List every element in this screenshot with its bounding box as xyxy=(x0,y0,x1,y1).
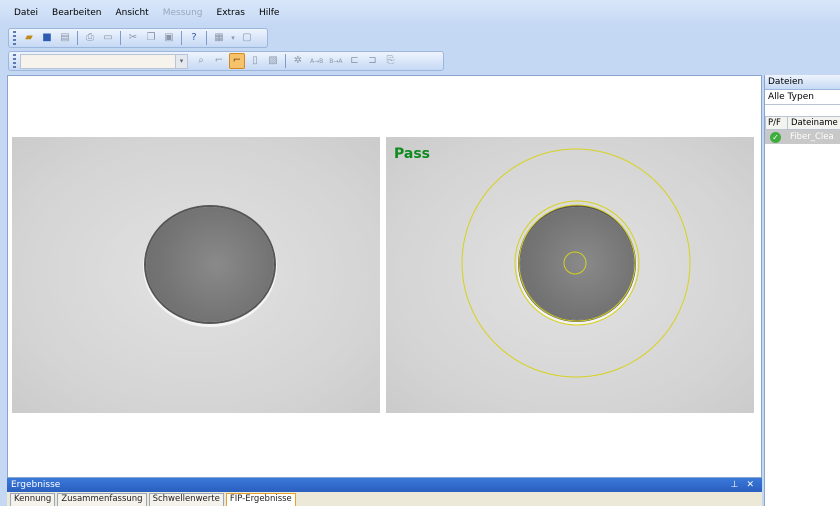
analysis-overlay xyxy=(461,148,691,378)
toolbar-grip[interactable] xyxy=(13,54,16,68)
toolbar-separator xyxy=(120,31,121,45)
a-to-b-button[interactable]: A→B xyxy=(310,58,323,65)
results-tabs: Kennung Zusammenfassung Schwellenwerte F… xyxy=(7,492,762,506)
fiber-image-analyzed xyxy=(386,137,754,413)
tab-schwellenwerte[interactable]: Schwellenwerte xyxy=(148,493,224,506)
help-icon[interactable]: ? xyxy=(186,30,202,46)
list-item[interactable]: ✓ Fiber_Clea xyxy=(765,130,840,144)
toolbar-separator xyxy=(206,31,207,45)
files-panel-title: Dateien xyxy=(765,75,840,90)
export-icon[interactable]: ⎘ xyxy=(383,53,399,69)
files-panel: Dateien Alle Typen P/F Dateiname ✓ Fiber… xyxy=(764,75,840,506)
menu-messung: Messung xyxy=(162,8,203,18)
pin-icon[interactable]: ⊥ xyxy=(731,480,739,490)
tab-kennung[interactable]: Kennung xyxy=(10,493,56,506)
toolbar-separator xyxy=(181,31,182,45)
trace-selector-combo[interactable]: ▾ xyxy=(20,53,188,69)
save-all-icon[interactable]: ▤ xyxy=(57,30,73,46)
image-icon[interactable]: ▧ xyxy=(265,53,281,69)
cut-icon[interactable]: ✂ xyxy=(125,30,141,46)
toolbar-separator xyxy=(77,31,78,45)
column-filename[interactable]: Dateiname xyxy=(788,117,840,129)
save-icon[interactable]: ■ xyxy=(39,30,55,46)
settings-icon[interactable]: ✲ xyxy=(290,53,306,69)
outer-zone-circle xyxy=(461,148,691,378)
zoom-icon[interactable]: ⌕ xyxy=(193,53,209,69)
report-dropdown-icon[interactable]: ▦ xyxy=(211,30,227,46)
toolbar-grip[interactable] xyxy=(13,31,16,45)
window-icon[interactable]: ▢ xyxy=(239,30,255,46)
fiber-core xyxy=(146,207,274,322)
file-list: P/F Dateiname ✓ Fiber_Clea xyxy=(765,116,840,144)
standard-toolbar: ▰ ■ ▤ ⎙ ▭ ✂ ❐ ▣ ? ▦ ▾ ▢ xyxy=(8,28,268,48)
tab-fip-ergebnisse[interactable]: FIP-Ergebnisse xyxy=(225,493,296,506)
cladding-circle xyxy=(514,200,640,326)
menu-bar: Datei Bearbeiten Ansicht Messung Extras … xyxy=(0,0,840,26)
toolbar-separator xyxy=(285,54,286,68)
marker-a1-icon[interactable]: ⌐ xyxy=(211,53,227,69)
paste-icon[interactable]: ▣ xyxy=(161,30,177,46)
measurement-toolbar: ▾ ⌕ ⌐ ⌐ ▯ ▧ ✲ A→B B→A ⊏ ⊐ ⎘ xyxy=(8,51,444,71)
file-name: Fiber_Clea xyxy=(790,132,834,142)
column-pass-fail[interactable]: P/F xyxy=(766,117,788,129)
pass-result-label: Pass xyxy=(394,146,430,162)
print-icon[interactable]: ⎙ xyxy=(82,30,98,46)
close-icon[interactable]: ✕ xyxy=(746,480,754,490)
menu-bearbeiten[interactable]: Bearbeiten xyxy=(52,8,101,18)
tab-zusammenfassung[interactable]: Zusammenfassung xyxy=(57,493,147,506)
fiber-image-original xyxy=(12,137,380,413)
menu-ansicht[interactable]: Ansicht xyxy=(115,8,148,18)
core-boundary-circle xyxy=(518,204,636,322)
page-icon[interactable]: ▯ xyxy=(247,53,263,69)
open-folder-icon[interactable]: ▰ xyxy=(21,30,37,46)
b-to-a-button[interactable]: B→A xyxy=(329,58,342,65)
bracket-left-icon[interactable]: ⊏ xyxy=(347,53,363,69)
file-type-filter[interactable]: Alle Typen xyxy=(765,90,840,105)
menu-datei[interactable]: Datei xyxy=(14,8,38,18)
file-list-header: P/F Dateiname xyxy=(765,116,840,130)
results-panel-title: Ergebnisse xyxy=(11,480,61,490)
pass-status-cell: ✓ xyxy=(765,130,787,144)
check-icon: ✓ xyxy=(770,132,781,143)
chevron-down-icon[interactable]: ▾ xyxy=(229,30,237,46)
core-center-circle xyxy=(563,251,587,275)
inspection-view: Pass xyxy=(7,75,762,478)
bracket-right-icon[interactable]: ⊐ xyxy=(365,53,381,69)
results-panel-header: Ergebnisse ⊥ ✕ xyxy=(7,478,762,492)
print-preview-icon[interactable]: ▭ xyxy=(100,30,116,46)
menu-hilfe[interactable]: Hilfe xyxy=(259,8,279,18)
marker-a2-icon[interactable]: ⌐ xyxy=(229,53,245,69)
chevron-down-icon[interactable]: ▾ xyxy=(175,54,187,68)
menu-extras[interactable]: Extras xyxy=(217,8,245,18)
copy-icon[interactable]: ❐ xyxy=(143,30,159,46)
